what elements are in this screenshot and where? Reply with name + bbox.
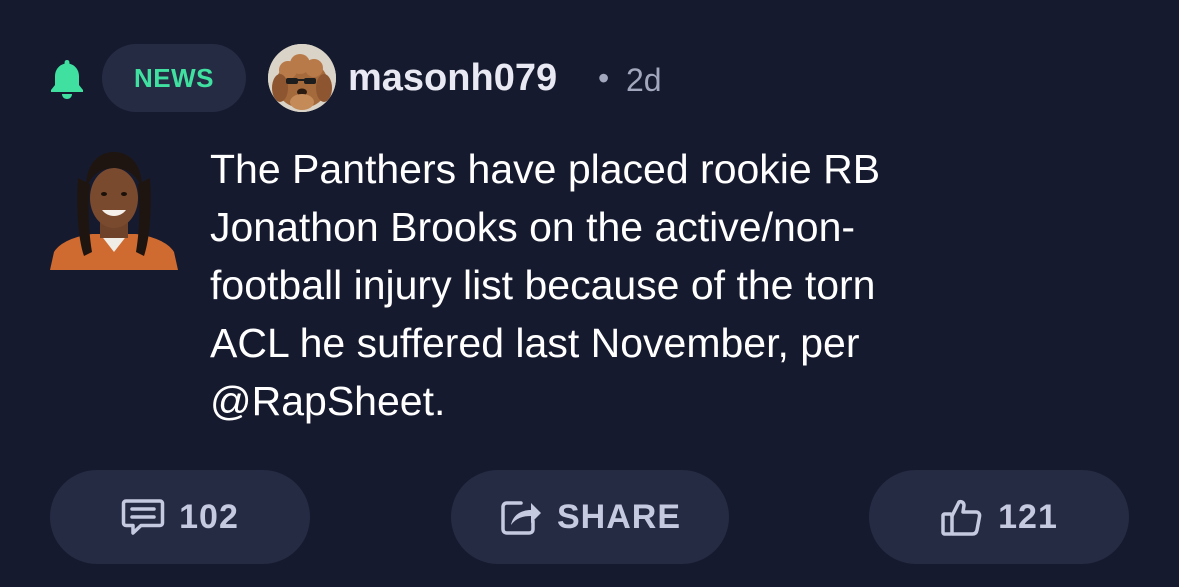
post-timestamp: 2d: [626, 62, 662, 98]
username[interactable]: masonh079: [348, 56, 557, 100]
like-count: 121: [998, 497, 1058, 536]
user-avatar[interactable]: [268, 44, 336, 112]
separator-dot: •: [598, 60, 610, 96]
share-button[interactable]: SHARE: [451, 470, 729, 564]
post-header: NEWS masonh079 • 2d: [0, 0, 1179, 140]
category-label: NEWS: [134, 62, 214, 93]
like-button[interactable]: 121: [869, 470, 1129, 564]
category-tag-news[interactable]: NEWS: [102, 44, 246, 112]
player-photo: [50, 152, 178, 270]
comment-icon: [121, 499, 165, 535]
post-line: ACL he suffered last November, per: [210, 320, 860, 366]
post-line[interactable]: @RapSheet.: [210, 372, 1110, 430]
thumbs-up-icon: [941, 499, 982, 536]
bell-icon[interactable]: [48, 58, 86, 100]
post-line: football injury list because of the torn: [210, 262, 876, 308]
share-icon: [501, 501, 541, 535]
post-body: The Panthers have placed rookie RB Jonat…: [210, 140, 1110, 430]
share-label: SHARE: [556, 497, 682, 536]
post-line: Jonathon Brooks on the active/non-: [210, 204, 856, 250]
comments-button[interactable]: 102: [50, 470, 310, 564]
dog-avatar-image: [268, 44, 336, 112]
comment-count: 102: [179, 497, 239, 536]
post-line: The Panthers have placed rookie RB: [210, 146, 881, 192]
